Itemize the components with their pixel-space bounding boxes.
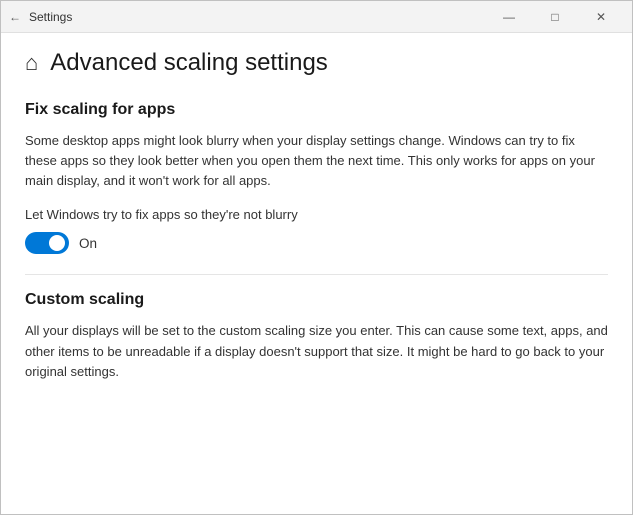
fix-scaling-description: Some desktop apps might look blurry when… [25, 131, 608, 191]
custom-scaling-title: Custom scaling [25, 291, 608, 309]
home-icon[interactable]: ⌂ [25, 50, 38, 76]
title-bar-controls: — □ ✕ [486, 1, 624, 33]
close-button[interactable]: ✕ [578, 1, 624, 33]
fix-scaling-title: Fix scaling for apps [25, 101, 608, 119]
section-divider [25, 274, 608, 275]
content-area: ⌂ Advanced scaling settings Fix scaling … [1, 33, 632, 514]
custom-scaling-description: All your displays will be set to the cus… [25, 321, 608, 381]
title-bar: ← Settings — □ ✕ [1, 1, 632, 33]
toggle-thumb [49, 235, 65, 251]
minimize-button[interactable]: — [486, 1, 532, 33]
toggle-track [25, 232, 69, 254]
toggle-container: On [25, 232, 608, 254]
back-button[interactable]: ← [9, 10, 21, 24]
custom-scaling-section: Custom scaling All your displays will be… [25, 291, 608, 381]
toggle-state-label: On [79, 236, 97, 251]
window-title: Settings [29, 10, 72, 24]
maximize-button[interactable]: □ [532, 1, 578, 33]
title-bar-left: ← Settings [9, 10, 486, 24]
page-title: Advanced scaling settings [50, 49, 328, 77]
page-header: ⌂ Advanced scaling settings [25, 49, 608, 77]
toggle-label: Let Windows try to fix apps so they're n… [25, 207, 608, 222]
fix-scaling-section: Fix scaling for apps Some desktop apps m… [25, 101, 608, 254]
window: ← Settings — □ ✕ ⌂ Advanced scaling sett… [0, 0, 633, 515]
blurry-apps-toggle[interactable] [25, 232, 69, 254]
